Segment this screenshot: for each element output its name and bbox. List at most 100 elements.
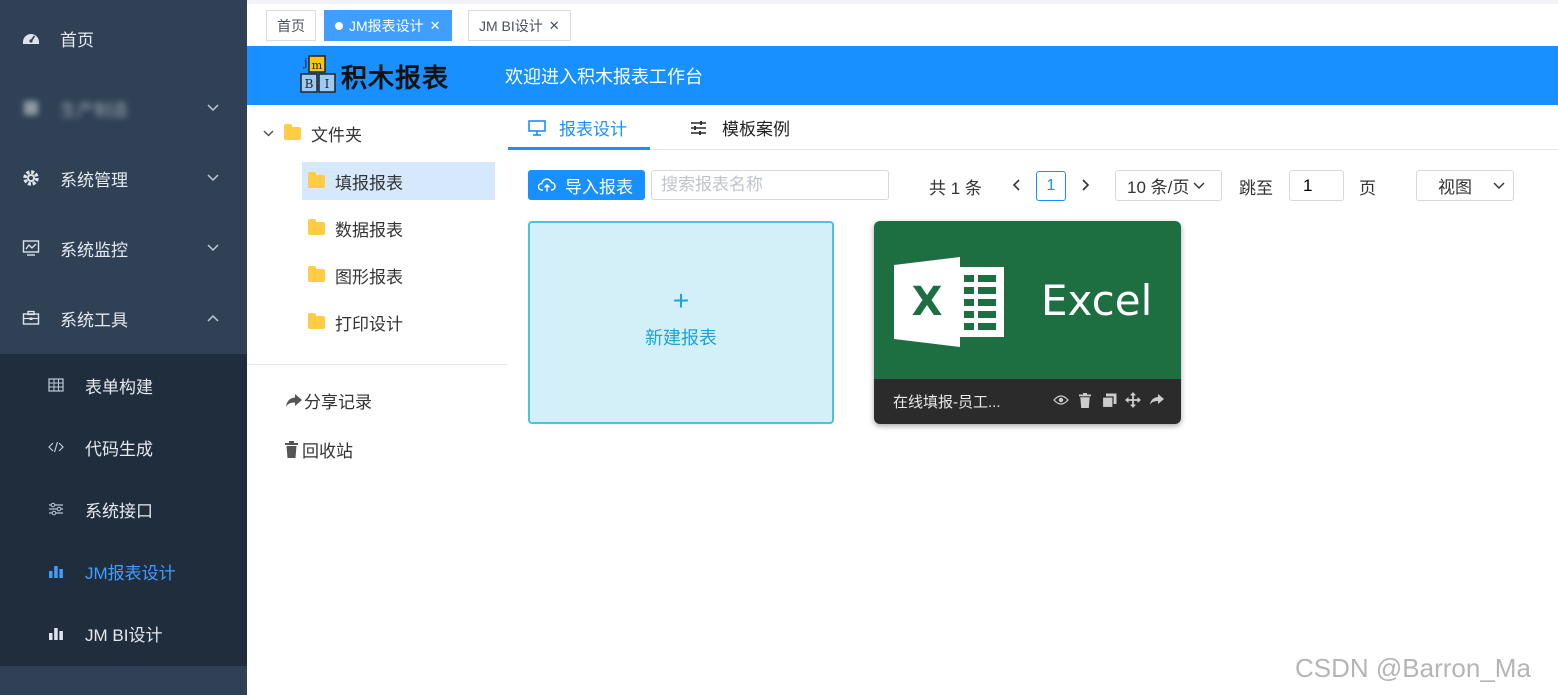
sub-label-system-api: 系统接口 — [85, 502, 153, 521]
tab-report-design[interactable]: 报表设计 — [528, 105, 627, 150]
nav-label-system-tools: 系统工具 — [60, 310, 128, 330]
tree-node-label: 图形报表 — [335, 267, 403, 287]
tree-node-fill-report[interactable]: 填报报表 — [302, 162, 495, 200]
nav-label-system-monitor: 系统监控 — [60, 240, 128, 260]
sub-label-form-builder: 表单构建 — [85, 378, 153, 397]
tab-jm-bi[interactable]: JM BI设计 ✕ — [468, 10, 571, 41]
tab-jm-report[interactable]: JM报表设计 ✕ — [324, 10, 452, 41]
folder-icon — [308, 312, 325, 329]
submenu-system-tools: 表单构建 代码生成 系统接口 JM报表设计 JM BI设计 — [0, 354, 247, 666]
tree-root-label: 文件夹 — [311, 126, 362, 145]
chevron-down-icon — [206, 101, 220, 115]
tab-label: JM报表设计 — [349, 17, 424, 34]
nav-item-blurred[interactable]: 生产制造 — [0, 78, 247, 138]
excel-brand-text: Excel — [1041, 276, 1153, 325]
tree-node-label: 打印设计 — [335, 314, 403, 334]
sub-item-code-gen[interactable]: 代码生成 — [0, 416, 247, 478]
nav-label-system-admin: 系统管理 — [60, 170, 128, 190]
watermark: CSDN @Barron_Ma — [1295, 653, 1531, 683]
report-card[interactable]: X Excel 在线填报-员工... — [874, 221, 1181, 424]
trash-icon — [285, 441, 298, 458]
tags-view: 首页 JM报表设计 ✕ JM BI设计 ✕ — [247, 0, 1558, 46]
nav-item-home[interactable]: 首页 — [0, 8, 247, 68]
report-card-footer: 在线填报-员工... — [874, 379, 1181, 424]
excel-logo-icon: X — [894, 257, 1004, 347]
cloud-upload-icon — [538, 178, 556, 192]
nav-label-blurred: 生产制造 — [60, 100, 128, 120]
tree-root-folder[interactable]: 文件夹 — [263, 121, 362, 146]
dashboard-icon — [22, 29, 40, 47]
sub-item-system-api[interactable]: 系统接口 — [0, 478, 247, 540]
active-dot-icon — [335, 21, 343, 30]
nav-item-system-monitor[interactable]: 系统监控 — [0, 218, 247, 278]
menu-icon — [22, 99, 40, 117]
folder-icon — [308, 265, 325, 282]
divider — [247, 364, 508, 365]
svg-text:I: I — [325, 77, 330, 91]
caret-down-icon[interactable] — [263, 130, 274, 137]
jimu-logo-icon: m B I j — [299, 54, 339, 96]
toolbox-icon — [22, 309, 40, 327]
sliders-icon — [690, 120, 707, 135]
tree-node-chart-report[interactable]: 图形报表 — [302, 256, 495, 294]
tree-node-print-design[interactable]: 打印设计 — [302, 303, 495, 341]
nav-label-home: 首页 — [60, 30, 94, 50]
close-icon[interactable]: ✕ — [430, 18, 441, 34]
page-size-select[interactable]: 10 条/页 — [1115, 170, 1222, 201]
page-number-button[interactable]: 1 — [1036, 171, 1066, 201]
search-input[interactable] — [651, 170, 889, 200]
copy-icon[interactable] — [1100, 391, 1118, 409]
folder-icon — [308, 218, 325, 235]
close-icon[interactable]: ✕ — [549, 18, 560, 34]
new-report-card[interactable]: + 新建报表 — [528, 221, 834, 424]
share-records-link[interactable]: 分享记录 — [285, 388, 372, 413]
chevron-up-icon — [206, 311, 220, 325]
plus-icon: + — [672, 285, 690, 316]
logo-text: 积木报表 — [341, 63, 450, 93]
tab-template-cases[interactable]: 模板案例 — [690, 105, 790, 150]
active-tab-indicator — [508, 147, 650, 150]
share-icon[interactable] — [1148, 391, 1166, 409]
nav-item-system-admin[interactable]: 系统管理 — [0, 148, 247, 208]
nav-item-system-tools[interactable]: 系统工具 — [0, 288, 247, 348]
chevron-down-icon — [206, 171, 220, 185]
sub-label-jm-bi: JM BI设计 — [85, 626, 163, 645]
sub-item-jm-report[interactable]: JM报表设计 — [0, 540, 247, 602]
share-icon — [285, 393, 303, 409]
tab-label: 首页 — [277, 17, 305, 34]
svg-text:m: m — [312, 59, 323, 72]
tab-label: 模板案例 — [722, 120, 790, 139]
view-select-value: 视图 — [1438, 178, 1472, 197]
tree-node-data-report[interactable]: 数据报表 — [302, 209, 495, 247]
desktop-icon — [528, 119, 546, 136]
svg-text:j: j — [302, 56, 307, 69]
sub-item-form-builder[interactable]: 表单构建 — [0, 354, 247, 416]
main-tabs: 报表设计 模板案例 — [508, 105, 1558, 150]
tab-home[interactable]: 首页 — [266, 10, 316, 41]
chevron-down-icon — [206, 241, 220, 255]
folder-icon — [284, 124, 301, 140]
folder-icon — [308, 171, 325, 188]
sub-label-jm-report: JM报表设计 — [85, 564, 176, 583]
share-records-label: 分享记录 — [304, 393, 372, 412]
jump-label: 跳至 — [1239, 179, 1273, 198]
sub-item-jm-bi[interactable]: JM BI设计 — [0, 602, 247, 664]
gear-icon — [22, 169, 40, 187]
eye-icon[interactable] — [1052, 391, 1070, 409]
code-icon — [47, 438, 65, 456]
move-icon[interactable] — [1124, 391, 1142, 409]
page-size-value: 10 条/页 — [1127, 178, 1190, 197]
sidebar: 首页 生产制造 系统管理 系统监控 系统工具 表单构建 代码生成 系统接口 JM… — [0, 0, 247, 695]
trash-icon[interactable] — [1076, 391, 1094, 409]
report-toolbar: 导入报表 共 1 条 1 10 条/页 跳至 页 视图 — [508, 170, 1558, 201]
recycle-bin-link[interactable]: 回收站 — [285, 437, 353, 462]
prev-page-icon[interactable] — [1007, 173, 1025, 197]
welcome-text: 欢迎进入积木报表工作台 — [505, 67, 703, 87]
tree-node-label: 数据报表 — [335, 220, 403, 240]
import-report-button[interactable]: 导入报表 — [528, 170, 645, 200]
tab-label: 报表设计 — [559, 120, 627, 139]
report-header: m B I j 积木报表 欢迎进入积木报表工作台 — [247, 46, 1558, 105]
view-select[interactable]: 视图 — [1416, 170, 1514, 201]
jump-page-input[interactable] — [1289, 170, 1344, 201]
next-page-icon[interactable] — [1077, 173, 1095, 197]
